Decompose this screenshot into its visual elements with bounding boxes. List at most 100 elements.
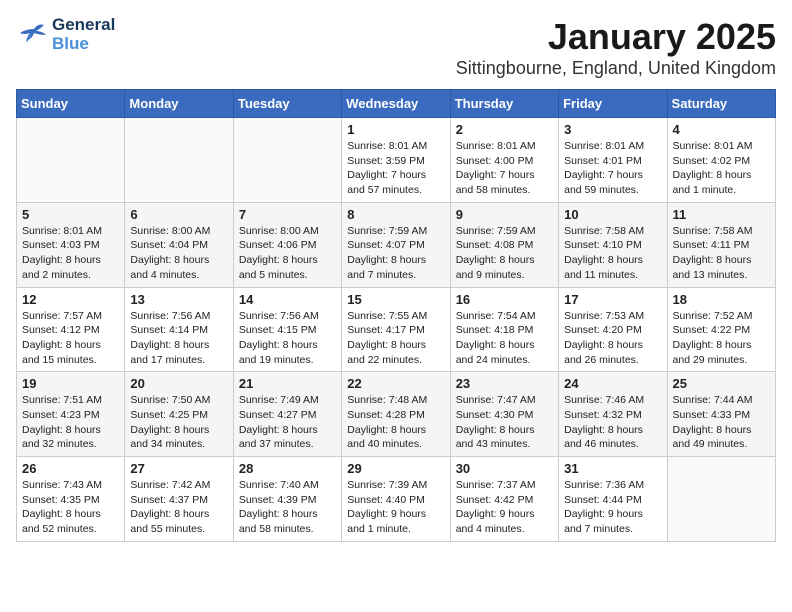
day-info: Sunrise: 7:50 AM Sunset: 4:25 PM Dayligh… bbox=[130, 393, 227, 452]
calendar-cell: 3 Sunrise: 8:01 AM Sunset: 4:01 PM Daylig… bbox=[559, 118, 667, 203]
day-info: Sunrise: 8:00 AM Sunset: 4:06 PM Dayligh… bbox=[239, 224, 336, 283]
calendar-cell bbox=[125, 118, 233, 203]
day-info: Sunrise: 7:52 AM Sunset: 4:22 PM Dayligh… bbox=[673, 309, 770, 368]
day-number: 23 bbox=[456, 376, 553, 391]
weekday-header-monday: Monday bbox=[125, 90, 233, 118]
day-info: Sunrise: 7:43 AM Sunset: 4:35 PM Dayligh… bbox=[22, 478, 119, 537]
day-info: Sunrise: 7:58 AM Sunset: 4:10 PM Dayligh… bbox=[564, 224, 661, 283]
calendar-cell: 14Sunrise: 7:56 AM Sunset: 4:15 PM Dayli… bbox=[233, 287, 341, 372]
day-number: 4 bbox=[673, 122, 770, 137]
calendar-week-5: 26 Sunrise: 7:43 AM Sunset: 4:35 PM Dayli… bbox=[17, 457, 776, 542]
day-number: 25 bbox=[673, 376, 770, 391]
calendar-cell: 31 Sunrise: 7:36 AM Sunset: 4:44 PM Dayli… bbox=[559, 457, 667, 542]
day-info: Sunrise: 7:51 AM Sunset: 4:23 PM Dayligh… bbox=[22, 393, 119, 452]
day-info: Sunrise: 7:44 AM Sunset: 4:33 PM Dayligh… bbox=[673, 393, 770, 452]
day-number: 28 bbox=[239, 461, 336, 476]
logo: General Blue bbox=[16, 16, 115, 53]
day-info: Sunrise: 7:42 AM Sunset: 4:37 PM Dayligh… bbox=[130, 478, 227, 537]
day-number: 10 bbox=[564, 207, 661, 222]
day-info: Sunrise: 7:57 AM Sunset: 4:12 PM Dayligh… bbox=[22, 309, 119, 368]
day-info: Sunrise: 8:00 AM Sunset: 4:04 PM Dayligh… bbox=[130, 224, 227, 283]
calendar-cell: 11Sunrise: 7:58 AM Sunset: 4:11 PM Dayli… bbox=[667, 202, 775, 287]
calendar-cell: 30 Sunrise: 7:37 AM Sunset: 4:42 PM Dayli… bbox=[450, 457, 558, 542]
day-number: 11 bbox=[673, 207, 770, 222]
day-info: Sunrise: 7:59 AM Sunset: 4:08 PM Dayligh… bbox=[456, 224, 553, 283]
weekday-header-thursday: Thursday bbox=[450, 90, 558, 118]
calendar-cell: 6Sunrise: 8:00 AM Sunset: 4:04 PM Daylig… bbox=[125, 202, 233, 287]
day-number: 30 bbox=[456, 461, 553, 476]
day-info: Sunrise: 7:36 AM Sunset: 4:44 PM Dayligh… bbox=[564, 478, 661, 537]
calendar-cell: 26 Sunrise: 7:43 AM Sunset: 4:35 PM Dayli… bbox=[17, 457, 125, 542]
title-area: January 2025 Sittingbourne, England, Uni… bbox=[456, 16, 776, 79]
day-number: 9 bbox=[456, 207, 553, 222]
calendar-cell: 27 Sunrise: 7:42 AM Sunset: 4:37 PM Dayli… bbox=[125, 457, 233, 542]
day-number: 24 bbox=[564, 376, 661, 391]
day-info: Sunrise: 7:40 AM Sunset: 4:39 PM Dayligh… bbox=[239, 478, 336, 537]
weekday-header-sunday: Sunday bbox=[17, 90, 125, 118]
day-number: 31 bbox=[564, 461, 661, 476]
calendar-cell: 9 Sunrise: 7:59 AM Sunset: 4:08 PM Daylig… bbox=[450, 202, 558, 287]
weekday-header-wednesday: Wednesday bbox=[342, 90, 450, 118]
day-number: 8 bbox=[347, 207, 444, 222]
day-number: 13 bbox=[130, 292, 227, 307]
day-number: 17 bbox=[564, 292, 661, 307]
month-title: January 2025 bbox=[456, 16, 776, 58]
day-info: Sunrise: 8:01 AM Sunset: 4:01 PM Dayligh… bbox=[564, 139, 661, 198]
day-info: Sunrise: 7:56 AM Sunset: 4:14 PM Dayligh… bbox=[130, 309, 227, 368]
day-number: 18 bbox=[673, 292, 770, 307]
calendar-cell: 25 Sunrise: 7:44 AM Sunset: 4:33 PM Dayli… bbox=[667, 372, 775, 457]
day-number: 22 bbox=[347, 376, 444, 391]
day-number: 26 bbox=[22, 461, 119, 476]
calendar: SundayMondayTuesdayWednesdayThursdayFrid… bbox=[16, 89, 776, 542]
calendar-cell: 17Sunrise: 7:53 AM Sunset: 4:20 PM Dayli… bbox=[559, 287, 667, 372]
day-number: 7 bbox=[239, 207, 336, 222]
calendar-cell bbox=[233, 118, 341, 203]
calendar-cell: 2 Sunrise: 8:01 AM Sunset: 4:00 PM Daylig… bbox=[450, 118, 558, 203]
day-info: Sunrise: 7:55 AM Sunset: 4:17 PM Dayligh… bbox=[347, 309, 444, 368]
calendar-cell: 10 Sunrise: 7:58 AM Sunset: 4:10 PM Dayli… bbox=[559, 202, 667, 287]
calendar-cell: 4Sunrise: 8:01 AM Sunset: 4:02 PM Daylig… bbox=[667, 118, 775, 203]
calendar-cell: 28 Sunrise: 7:40 AM Sunset: 4:39 PM Dayli… bbox=[233, 457, 341, 542]
calendar-cell: 19Sunrise: 7:51 AM Sunset: 4:23 PM Dayli… bbox=[17, 372, 125, 457]
calendar-cell: 1Sunrise: 8:01 AM Sunset: 3:59 PM Daylig… bbox=[342, 118, 450, 203]
calendar-cell: 13 Sunrise: 7:56 AM Sunset: 4:14 PM Dayli… bbox=[125, 287, 233, 372]
day-number: 3 bbox=[564, 122, 661, 137]
day-number: 27 bbox=[130, 461, 227, 476]
calendar-cell: 15Sunrise: 7:55 AM Sunset: 4:17 PM Dayli… bbox=[342, 287, 450, 372]
day-info: Sunrise: 7:48 AM Sunset: 4:28 PM Dayligh… bbox=[347, 393, 444, 452]
day-number: 21 bbox=[239, 376, 336, 391]
day-number: 5 bbox=[22, 207, 119, 222]
day-number: 20 bbox=[130, 376, 227, 391]
day-info: Sunrise: 8:01 AM Sunset: 4:03 PM Dayligh… bbox=[22, 224, 119, 283]
logo-icon bbox=[16, 21, 48, 49]
calendar-cell: 16Sunrise: 7:54 AM Sunset: 4:18 PM Dayli… bbox=[450, 287, 558, 372]
calendar-cell: 24Sunrise: 7:46 AM Sunset: 4:32 PM Dayli… bbox=[559, 372, 667, 457]
day-info: Sunrise: 8:01 AM Sunset: 4:00 PM Dayligh… bbox=[456, 139, 553, 198]
weekday-header-tuesday: Tuesday bbox=[233, 90, 341, 118]
calendar-cell: 20 Sunrise: 7:50 AM Sunset: 4:25 PM Dayli… bbox=[125, 372, 233, 457]
weekday-header-row: SundayMondayTuesdayWednesdayThursdayFrid… bbox=[17, 90, 776, 118]
day-info: Sunrise: 7:39 AM Sunset: 4:40 PM Dayligh… bbox=[347, 478, 444, 537]
header: General Blue January 2025 Sittingbourne,… bbox=[16, 16, 776, 79]
calendar-cell: 23 Sunrise: 7:47 AM Sunset: 4:30 PM Dayli… bbox=[450, 372, 558, 457]
calendar-cell: 18 Sunrise: 7:52 AM Sunset: 4:22 PM Dayli… bbox=[667, 287, 775, 372]
calendar-cell bbox=[17, 118, 125, 203]
calendar-cell: 29 Sunrise: 7:39 AM Sunset: 4:40 PM Dayli… bbox=[342, 457, 450, 542]
weekday-header-friday: Friday bbox=[559, 90, 667, 118]
calendar-cell: 5 Sunrise: 8:01 AM Sunset: 4:03 PM Daylig… bbox=[17, 202, 125, 287]
day-info: Sunrise: 7:37 AM Sunset: 4:42 PM Dayligh… bbox=[456, 478, 553, 537]
day-info: Sunrise: 7:59 AM Sunset: 4:07 PM Dayligh… bbox=[347, 224, 444, 283]
weekday-header-saturday: Saturday bbox=[667, 90, 775, 118]
calendar-cell: 7 Sunrise: 8:00 AM Sunset: 4:06 PM Daylig… bbox=[233, 202, 341, 287]
logo-text: General Blue bbox=[52, 16, 115, 53]
calendar-cell bbox=[667, 457, 775, 542]
day-number: 29 bbox=[347, 461, 444, 476]
day-number: 2 bbox=[456, 122, 553, 137]
location-title: Sittingbourne, England, United Kingdom bbox=[456, 58, 776, 79]
calendar-cell: 12Sunrise: 7:57 AM Sunset: 4:12 PM Dayli… bbox=[17, 287, 125, 372]
day-info: Sunrise: 8:01 AM Sunset: 3:59 PM Dayligh… bbox=[347, 139, 444, 198]
day-number: 14 bbox=[239, 292, 336, 307]
day-info: Sunrise: 7:47 AM Sunset: 4:30 PM Dayligh… bbox=[456, 393, 553, 452]
calendar-cell: 8 Sunrise: 7:59 AM Sunset: 4:07 PM Daylig… bbox=[342, 202, 450, 287]
calendar-week-1: 1Sunrise: 8:01 AM Sunset: 3:59 PM Daylig… bbox=[17, 118, 776, 203]
